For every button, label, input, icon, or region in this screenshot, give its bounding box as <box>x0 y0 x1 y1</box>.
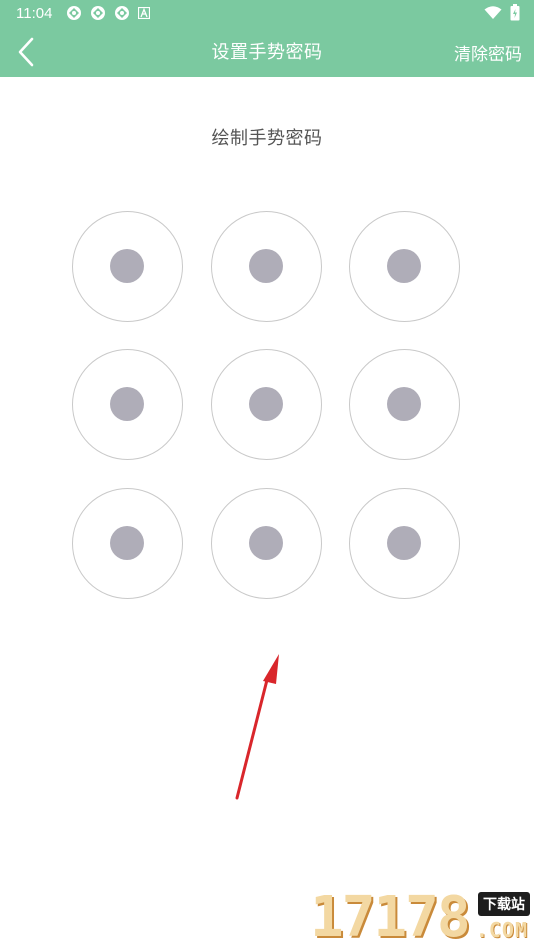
pattern-node-6[interactable] <box>348 348 460 460</box>
notification-icon <box>115 6 129 20</box>
pattern-node-dot <box>110 249 144 283</box>
pattern-node-dot <box>387 526 421 560</box>
pattern-node-dot <box>249 526 283 560</box>
pattern-node-3[interactable] <box>348 210 460 322</box>
draw-gesture-prompt: 绘制手势密码 <box>211 128 323 149</box>
pattern-node-dot <box>110 387 144 421</box>
pattern-node-dot <box>110 526 144 560</box>
watermark-domain: .COM <box>475 918 528 942</box>
status-bar: 11:04 <box>0 0 534 28</box>
annotation-arrow-head <box>263 654 279 684</box>
pattern-node-dot <box>387 387 421 421</box>
pattern-node-4[interactable] <box>71 348 183 460</box>
status-system-icons <box>484 4 520 21</box>
pattern-node-5[interactable] <box>210 348 322 460</box>
pattern-node-9[interactable] <box>348 487 460 599</box>
pattern-node-7[interactable] <box>71 487 183 599</box>
pattern-node-dot <box>249 249 283 283</box>
back-button[interactable] <box>6 32 46 72</box>
annotation-arrow-shaft <box>235 674 270 800</box>
notification-icon <box>67 6 81 20</box>
site-watermark: 17178 下载站 .COM <box>310 888 532 948</box>
chevron-left-icon <box>18 37 34 67</box>
battery-icon <box>510 4 520 21</box>
status-time: 11:04 <box>16 5 53 22</box>
clear-password-button[interactable]: 清除密码 <box>454 40 522 65</box>
wifi-icon <box>484 5 502 19</box>
watermark-badge: 下载站 <box>478 892 530 916</box>
notification-icon <box>91 6 105 20</box>
pattern-node-dot <box>249 387 283 421</box>
pattern-node-dot <box>387 249 421 283</box>
watermark-digits: 17178 <box>310 885 471 950</box>
a-badge-icon <box>138 7 150 19</box>
app-header: 11:04 设置手势密码 清除密码 <box>0 0 534 77</box>
status-notification-icons <box>66 5 150 21</box>
pattern-node-8[interactable] <box>210 487 322 599</box>
pattern-node-1[interactable] <box>71 210 183 322</box>
pattern-node-2[interactable] <box>210 210 322 322</box>
